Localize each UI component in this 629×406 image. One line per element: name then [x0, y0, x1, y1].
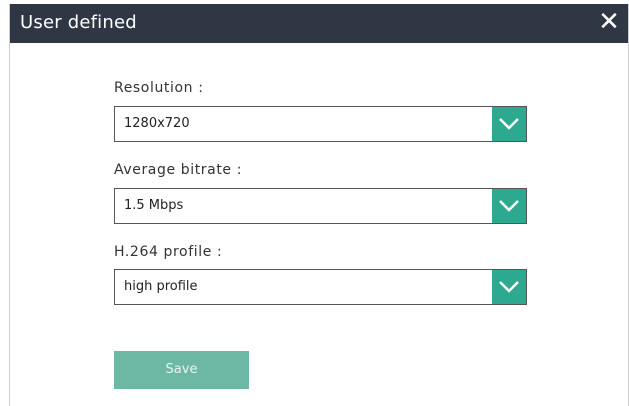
user-defined-dialog: User defined ✕ Resolution : 1280x720 Ave… [9, 4, 629, 406]
average-bitrate-label: Average bitrate : [114, 162, 243, 178]
resolution-label: Resolution : [114, 80, 204, 96]
average-bitrate-select[interactable]: 1.5 Mbps [114, 188, 527, 224]
resolution-select[interactable]: 1280x720 [114, 106, 527, 142]
close-icon[interactable]: ✕ [596, 7, 622, 37]
h264-profile-select[interactable]: high profile [114, 269, 527, 305]
h264-profile-value: high profile [124, 279, 198, 294]
chevron-down-icon[interactable] [492, 107, 526, 141]
dialog-titlebar: User defined ✕ [10, 4, 628, 43]
save-button[interactable]: Save [114, 351, 249, 389]
average-bitrate-value: 1.5 Mbps [124, 198, 184, 213]
resolution-value: 1280x720 [124, 116, 190, 131]
dialog-title: User defined [20, 12, 137, 33]
chevron-down-icon[interactable] [492, 270, 526, 304]
chevron-down-icon[interactable] [492, 189, 526, 223]
h264-profile-label: H.264 profile : [114, 244, 223, 260]
